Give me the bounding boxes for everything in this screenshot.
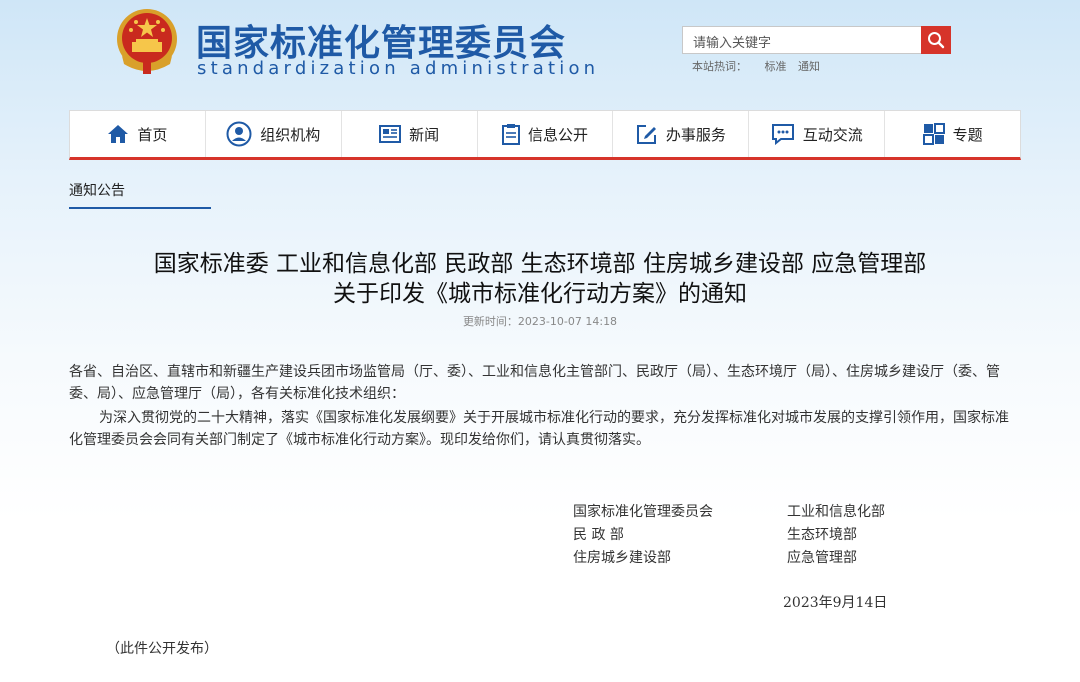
user-circle-icon xyxy=(226,121,252,147)
chat-bubble-icon xyxy=(771,124,794,145)
article-title-line1: 国家标准委 工业和信息化部 民政部 生态环境部 住房城乡建设部 应急管理部 xyxy=(153,251,927,277)
hot-words: 本站热词： 标准 通知 xyxy=(692,58,828,74)
nav-item-topics[interactable]: 专题 xyxy=(885,111,1020,157)
signatory: 应急管理部 xyxy=(787,550,857,566)
breadcrumb-underline xyxy=(69,207,211,209)
nav-label: 办事服务 xyxy=(665,125,726,144)
document-date: 2023年9月14日 xyxy=(783,595,888,611)
edit-icon xyxy=(636,125,656,144)
breadcrumb[interactable]: 通知公告 xyxy=(69,180,125,200)
nav-item-organization[interactable]: 组织机构 xyxy=(206,111,342,157)
hot-words-label: 本站热词： xyxy=(692,60,747,73)
nav-item-interaction[interactable]: 互动交流 xyxy=(749,111,886,157)
signatory: 工业和信息化部 xyxy=(787,504,885,520)
signatory: 生态环境部 xyxy=(787,527,857,543)
hot-word-link[interactable]: 标准 xyxy=(765,60,787,73)
search-button[interactable] xyxy=(921,26,951,54)
site-subtitle: standardization administration xyxy=(197,58,600,79)
home-icon xyxy=(108,125,129,143)
article-paragraph: 各省、自治区、直辖市和新疆生产建设兵团市场监管局（厅、委）、工业和信息化主管部门… xyxy=(69,364,1000,402)
clipboard-icon xyxy=(502,124,520,145)
search-icon xyxy=(928,32,945,49)
article-title-line2: 关于印发《城市标准化行动方案》的通知 xyxy=(333,281,747,307)
nav-label: 互动交流 xyxy=(802,125,863,144)
nav-label: 专题 xyxy=(952,125,983,144)
hot-word-link[interactable]: 通知 xyxy=(798,60,820,73)
topics-icon xyxy=(922,123,945,145)
main-nav: 首页 组织机构 新闻 信息公开 办事服务 互动交流 专题 xyxy=(69,110,1021,160)
signatory: 住房城乡建设部 xyxy=(573,550,671,566)
signatory: 国家标准化管理委员会 xyxy=(573,504,713,520)
newspaper-icon xyxy=(379,125,402,143)
nav-item-info-disclosure[interactable]: 信息公开 xyxy=(478,111,614,157)
publication-note: （此件公开发布） xyxy=(106,641,218,657)
nav-label: 新闻 xyxy=(409,125,440,144)
nav-item-news[interactable]: 新闻 xyxy=(342,111,478,157)
nav-item-home[interactable]: 首页 xyxy=(70,111,206,157)
nav-item-services[interactable]: 办事服务 xyxy=(613,111,750,157)
nav-label: 组织机构 xyxy=(260,125,321,144)
article-paragraph: 为深入贯彻党的二十大精神，落实《国家标准化发展纲要》关于开展城市标准化行动的要求… xyxy=(69,410,1009,448)
nav-label: 信息公开 xyxy=(528,125,589,144)
nav-label: 首页 xyxy=(137,125,168,144)
update-time: 更新时间：2023-10-07 14:18 xyxy=(462,315,618,328)
search-input[interactable]: 请输入关键字 xyxy=(682,26,922,54)
national-emblem-icon xyxy=(117,9,177,74)
signatory: 民 政 部 xyxy=(573,527,624,543)
